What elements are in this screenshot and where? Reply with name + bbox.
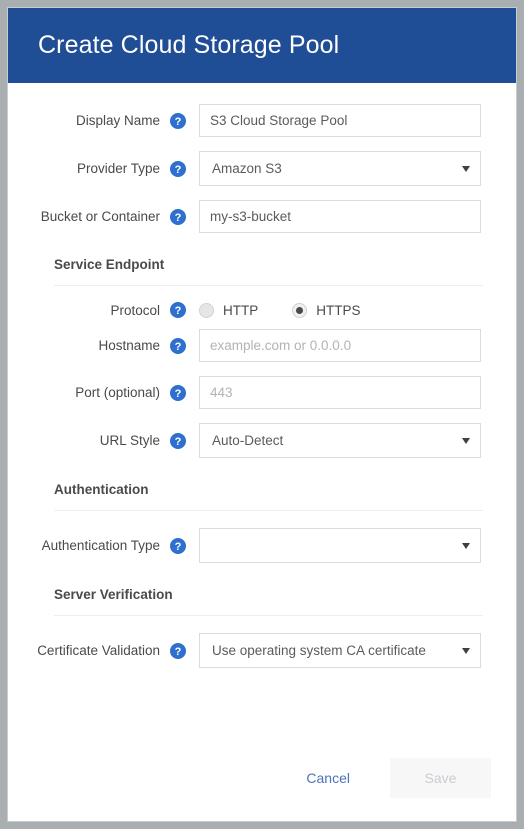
chevron-down-icon xyxy=(462,165,470,172)
display-name-input[interactable] xyxy=(199,104,481,137)
radio-checked-icon xyxy=(292,302,308,318)
hostname-field-wrap xyxy=(199,329,481,362)
protocol-field-wrap: HTTP HTTPS xyxy=(199,302,481,318)
help-circle-icon[interactable]: ? xyxy=(170,337,186,354)
svg-text:?: ? xyxy=(175,305,182,317)
svg-text:?: ? xyxy=(175,388,182,400)
protocol-radio-group: HTTP HTTPS xyxy=(199,302,481,318)
svg-text:?: ? xyxy=(175,212,182,224)
svg-text:?: ? xyxy=(175,646,182,658)
help-circle-icon[interactable]: ? xyxy=(170,208,186,225)
section-title-server-verification: Server Verification xyxy=(54,587,173,602)
certificate-validation-select[interactable]: Use operating system CA certificate xyxy=(199,633,481,668)
port-label: Port (optional) xyxy=(75,385,160,400)
section-divider xyxy=(54,615,483,616)
section-authentication: Authentication xyxy=(8,482,516,511)
bucket-or-container-field-wrap xyxy=(199,200,481,233)
help-circle-icon[interactable]: ? xyxy=(170,302,186,318)
help-circle-icon[interactable]: ? xyxy=(170,432,186,449)
authentication-type-label: Authentication Type xyxy=(41,538,160,553)
dialog-footer: Cancel Save xyxy=(8,735,516,821)
radio-unchecked-icon xyxy=(199,302,214,318)
field-row-bucket-or-container: Bucket or Container ? xyxy=(8,200,516,233)
section-title-service-endpoint: Service Endpoint xyxy=(54,257,165,272)
section-divider xyxy=(54,510,483,511)
provider-type-select[interactable]: Amazon S3 xyxy=(199,151,481,186)
section-service-endpoint: Service Endpoint xyxy=(8,257,516,286)
help-circle-icon[interactable]: ? xyxy=(170,160,186,177)
hostname-label: Hostname xyxy=(98,338,160,353)
svg-text:?: ? xyxy=(175,436,182,448)
section-title-authentication: Authentication xyxy=(54,482,149,497)
svg-text:?: ? xyxy=(175,164,182,176)
authentication-type-field-wrap xyxy=(199,528,481,563)
help-circle-icon[interactable]: ? xyxy=(170,112,186,129)
bucket-or-container-input[interactable] xyxy=(199,200,481,233)
hostname-input[interactable] xyxy=(199,329,481,362)
port-input[interactable] xyxy=(199,376,481,409)
dialog-header: Create Cloud Storage Pool xyxy=(8,8,516,83)
provider-type-value: Amazon S3 xyxy=(212,161,282,176)
display-name-field-wrap xyxy=(199,104,481,137)
field-row-authentication-type: Authentication Type ? xyxy=(8,528,516,563)
field-row-certificate-validation: Certificate Validation ? Use operating s… xyxy=(8,633,516,668)
field-row-protocol: Protocol ? HTTP HTTPS xyxy=(8,302,516,318)
cancel-button[interactable]: Cancel xyxy=(292,762,364,794)
certificate-validation-label: Certificate Validation xyxy=(37,643,160,658)
field-row-display-name: Display Name ? xyxy=(8,104,516,137)
protocol-radio-https[interactable]: HTTPS xyxy=(292,302,361,318)
url-style-value: Auto-Detect xyxy=(212,433,284,448)
section-server-verification: Server Verification xyxy=(8,587,516,616)
provider-type-field-wrap: Amazon S3 xyxy=(199,151,481,186)
protocol-label: Protocol xyxy=(110,302,160,318)
bucket-or-container-label: Bucket or Container xyxy=(40,209,160,224)
display-name-label: Display Name xyxy=(75,113,160,128)
chevron-down-icon xyxy=(462,542,470,549)
field-row-hostname: Hostname ? xyxy=(8,329,516,362)
port-field-wrap xyxy=(199,376,481,409)
chevron-down-icon xyxy=(462,437,470,444)
certificate-validation-field-wrap: Use operating system CA certificate xyxy=(199,633,481,668)
dialog-body: Display Name ? Provider Type ? Amazon S3 xyxy=(8,83,516,735)
provider-type-label: Provider Type xyxy=(76,161,160,176)
create-cloud-storage-pool-dialog: Create Cloud Storage Pool Display Name ?… xyxy=(7,7,517,822)
certificate-validation-value: Use operating system CA certificate xyxy=(212,643,426,658)
protocol-http-label: HTTP xyxy=(223,302,259,318)
help-circle-icon[interactable]: ? xyxy=(170,642,186,659)
field-row-url-style: URL Style ? Auto-Detect xyxy=(8,423,516,458)
protocol-radio-http[interactable]: HTTP xyxy=(199,302,259,318)
page-title: Create Cloud Storage Pool xyxy=(38,31,340,59)
svg-text:?: ? xyxy=(175,116,182,128)
authentication-type-select[interactable] xyxy=(199,528,481,563)
help-circle-icon[interactable]: ? xyxy=(170,537,186,554)
chevron-down-icon xyxy=(462,647,470,654)
section-divider xyxy=(54,285,483,286)
svg-text:?: ? xyxy=(175,341,182,353)
field-row-port: Port (optional) ? xyxy=(8,376,516,409)
svg-text:?: ? xyxy=(175,541,182,553)
url-style-label: URL Style xyxy=(99,433,160,448)
url-style-field-wrap: Auto-Detect xyxy=(199,423,481,458)
help-circle-icon[interactable]: ? xyxy=(170,384,186,401)
protocol-https-label: HTTPS xyxy=(316,302,361,318)
url-style-select[interactable]: Auto-Detect xyxy=(199,423,481,458)
save-button[interactable]: Save xyxy=(390,758,491,798)
field-row-provider-type: Provider Type ? Amazon S3 xyxy=(8,151,516,186)
